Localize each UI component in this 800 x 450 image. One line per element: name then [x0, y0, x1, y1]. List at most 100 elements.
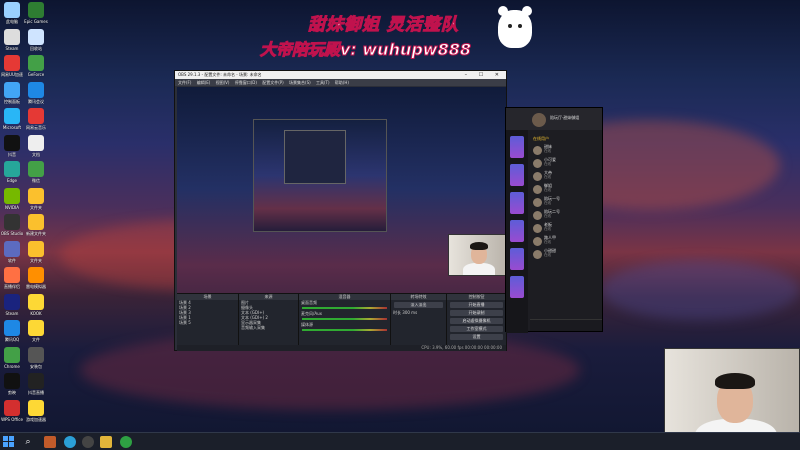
obs-dock: 场景 场景 4 场景 2 场景 3 场景 1 场景 5 来源 图片 摄像头 文本… [177, 293, 506, 346]
edge-icon[interactable] [64, 436, 76, 448]
desktop-icon[interactable]: 抖音 [0, 134, 24, 157]
chat-bottom-bar[interactable] [530, 319, 602, 331]
desktop-icon[interactable]: KOOK [24, 293, 48, 316]
window-controls[interactable]: – ☐ ✕ [465, 71, 504, 79]
desktop-icon[interactable]: 文档 [24, 134, 48, 157]
desktop-icon[interactable]: Steam [0, 28, 24, 51]
desktop-icon[interactable]: Chrome [0, 346, 24, 369]
settings-button[interactable]: 设置 [450, 334, 503, 340]
chat-window[interactable]: 陪玩厅·甜妹御姐 在线用户 甜妹 在线 小可爱 在线 大帝 在线 御姐 在线 陪玩一号 在线 陪玩二… [505, 107, 603, 333]
desktop-icon[interactable]: GeForce [24, 55, 48, 77]
app-icon [28, 81, 44, 98]
avatar[interactable] [532, 113, 546, 127]
nested-preview [253, 119, 387, 232]
obs-icon[interactable] [82, 436, 94, 448]
room-thumbnail[interactable] [510, 276, 524, 298]
desktop-icon[interactable]: 微信 [24, 161, 48, 183]
list-item[interactable]: 路人甲 在线 [530, 235, 602, 248]
desktop-icon-label: 安装包 [30, 363, 42, 369]
desktop-icon-label: 软件 [8, 257, 16, 263]
desktop-icon[interactable]: Steam [0, 293, 24, 316]
app-icon [4, 134, 20, 151]
desktop-icon[interactable]: 游戏加速器 [24, 399, 48, 422]
desktop-icon[interactable]: 此电脑 [0, 2, 24, 24]
app-icon [28, 346, 44, 363]
desktop-icon[interactable]: 新建文件夹 [24, 214, 48, 236]
desktop-icon-label: 抖音直播 [28, 390, 44, 395]
desktop-icon[interactable]: 文件夹 [24, 187, 48, 210]
list-item[interactable]: 御姐 在线 [530, 183, 602, 196]
obs-menubar[interactable]: 文件(F) 编辑(E) 视图(V) 停靠窗口(D) 配置文件(P) 场景集合(S… [175, 79, 506, 86]
desktop-icon-label: 此电脑 [6, 19, 18, 24]
desktop-icon-label: 网易云音乐 [26, 125, 46, 130]
desktop-icon[interactable]: 网易云音乐 [24, 108, 48, 130]
transition-duration[interactable]: 时长 300 ms [391, 310, 446, 315]
desktop-icon[interactable]: 雷电模拟器 [24, 267, 48, 289]
app-icon [28, 267, 44, 283]
app-icon [4, 28, 20, 45]
list-item[interactable]: 小可爱 在线 [530, 157, 602, 170]
app-icon [4, 373, 20, 389]
desktop-icon[interactable]: 直播伴侣 [0, 267, 24, 289]
audio-meter[interactable] [302, 318, 387, 320]
scenes-panel: 场景 场景 4 场景 2 场景 3 场景 1 场景 5 [177, 294, 239, 346]
start-streaming-button[interactable]: 开始直播 [450, 302, 503, 308]
list-item[interactable]: 陪玩二号 在线 [530, 209, 602, 222]
list-item[interactable]: 甜妹 在线 [530, 144, 602, 157]
room-thumbnail[interactable] [510, 192, 524, 214]
desktop-icons: 此电脑 Epic Games Steam 回收站 网易UU加速 GeForce 控制面板 腾讯… [0, 0, 72, 432]
mixer-channel: 麦克风/Aux [301, 311, 322, 316]
scene-item[interactable]: 场景 5 [177, 320, 238, 325]
desktop-icon[interactable]: WPS Office [0, 399, 24, 422]
start-recording-button[interactable]: 开始录制 [450, 310, 503, 316]
app-icon [28, 2, 44, 18]
desktop-icon[interactable]: 腾讯会议 [24, 81, 48, 104]
list-item[interactable]: 大帝 在线 [530, 170, 602, 183]
desktop-icon[interactable]: OBS Studio [0, 214, 24, 236]
studio-mode-button[interactable]: 工作室模式 [450, 326, 503, 332]
desktop-icon[interactable]: 文件夹 [24, 240, 48, 263]
user-status: 在线 [544, 201, 551, 205]
desktop-icon[interactable]: Edge [0, 161, 24, 183]
obs-titlebar[interactable]: OBS 29.1.3 - 配置文件: 未命名 - 场景: 未命名 – ☐ ✕ [175, 71, 506, 79]
desktop-icon-label: 腾讯会议 [28, 98, 44, 104]
room-thumbnail[interactable] [510, 136, 524, 158]
room-thumbnail[interactable] [510, 248, 524, 270]
transition-select[interactable]: 淡入淡出 [394, 302, 443, 308]
desktop-icon[interactable]: Epic Games [24, 2, 48, 24]
app-icon [28, 134, 44, 151]
desktop-icon[interactable]: 文件 [24, 320, 48, 342]
desktop-icon[interactable]: 控制面板 [0, 81, 24, 104]
desktop-icon[interactable]: 剪映 [0, 373, 24, 395]
user-list: 在线用户 甜妹 在线 小可爱 在线 大帝 在线 御姐 在线 陪玩一号 在线 陪玩二号 在线 老板 在线 路人… [530, 134, 602, 261]
list-item[interactable]: 老板 在线 [530, 222, 602, 235]
audio-meter[interactable] [302, 307, 387, 309]
desktop-icon[interactable]: 安装包 [24, 346, 48, 369]
chrome-icon[interactable] [120, 436, 132, 448]
folder-icon[interactable] [100, 436, 112, 448]
list-item[interactable]: 陪玩一号 在线 [530, 196, 602, 209]
desktop-icon[interactable]: 网易UU加速 [0, 55, 24, 77]
room-thumbnail[interactable] [510, 220, 524, 242]
obs-window[interactable]: OBS 29.1.3 - 配置文件: 未命名 - 场景: 未命名 – ☐ ✕ 文… [174, 70, 507, 351]
desktop-icon[interactable]: 抖音直播 [24, 373, 48, 395]
room-thumbnail[interactable] [510, 164, 524, 186]
desktop-icon[interactable]: NVIDIA [0, 187, 24, 210]
app-icon [28, 55, 44, 71]
desktop-icon[interactable]: 软件 [0, 240, 24, 263]
virtual-camera-button[interactable]: 启动虚拟摄像机 [450, 318, 503, 324]
chat-room-name: 陪玩厅·甜妹御姐 [550, 115, 580, 120]
avatar [533, 146, 542, 155]
start-icon[interactable] [3, 436, 15, 448]
desktop-icon[interactable]: 回收站 [24, 28, 48, 51]
audio-meter[interactable] [302, 329, 387, 331]
list-item[interactable]: 小甜甜 在线 [530, 248, 602, 261]
desktop-icon[interactable]: Microsoft [0, 108, 24, 130]
source-item[interactable]: 音频输入采集 [239, 325, 298, 330]
user-status: 在线 [544, 188, 551, 192]
task-view-icon[interactable] [44, 436, 56, 448]
search-icon[interactable]: ⌕ [22, 436, 34, 448]
transitions-header: 转场特效 [391, 294, 446, 300]
desktop-icon[interactable]: 腾讯QQ [0, 320, 24, 342]
desktop-icon-label: 控制面板 [4, 98, 20, 104]
